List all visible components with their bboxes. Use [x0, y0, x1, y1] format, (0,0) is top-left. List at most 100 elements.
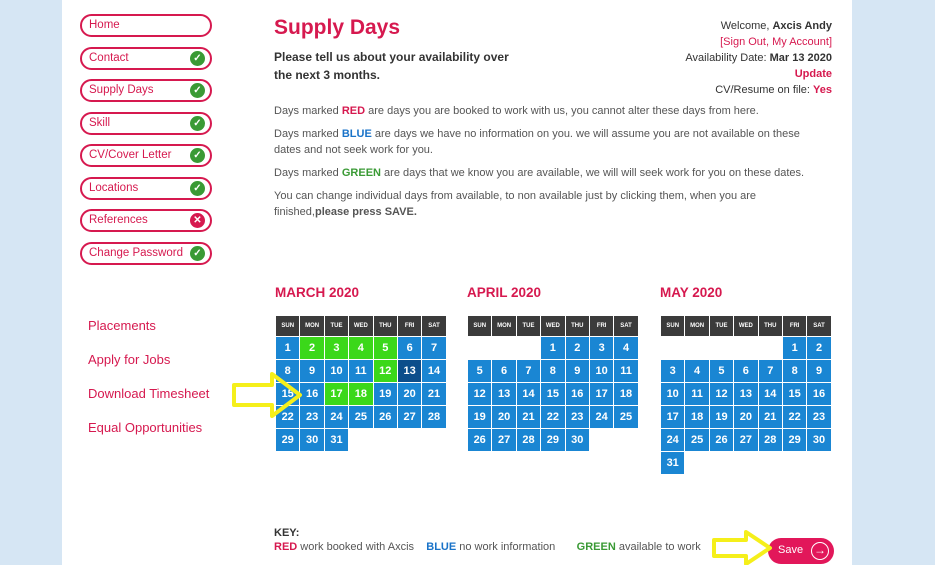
calendar-day[interactable]: 27 — [396, 405, 423, 429]
calendar-day[interactable]: 11 — [348, 359, 374, 383]
calendar-day[interactable]: 18 — [348, 382, 374, 406]
calendar-day[interactable]: 13 — [396, 359, 423, 383]
calendar-day[interactable]: 16 — [806, 382, 832, 406]
calendar-day[interactable]: 22 — [781, 405, 808, 429]
calendar-day[interactable]: 4 — [613, 336, 639, 360]
calendar-day[interactable]: 27 — [491, 428, 517, 452]
calendar-day[interactable]: 31 — [659, 451, 686, 475]
calendar-day[interactable]: 11 — [613, 359, 639, 383]
nav-item-locations[interactable]: Locations ✓ — [80, 176, 212, 200]
calendar-day[interactable]: 16 — [564, 382, 590, 406]
link-download-timesheet[interactable]: Download Timesheet — [88, 386, 209, 420]
calendar-day[interactable]: 12 — [708, 382, 735, 406]
calendar-day[interactable]: 7 — [515, 359, 542, 383]
calendar-day[interactable]: 25 — [348, 405, 374, 429]
calendar-day[interactable]: 20 — [491, 405, 517, 429]
link-placements[interactable]: Placements — [88, 318, 209, 352]
calendar-day[interactable]: 24 — [659, 428, 686, 452]
calendar-day[interactable]: 28 — [515, 428, 542, 452]
calendar-day[interactable]: 30 — [299, 428, 325, 452]
calendar-day[interactable]: 18 — [613, 382, 639, 406]
calendar-day[interactable]: 3 — [588, 336, 615, 360]
calendar-day[interactable]: 10 — [659, 382, 686, 406]
calendar-day[interactable]: 23 — [806, 405, 832, 429]
nav-item-skill[interactable]: Skill ✓ — [80, 111, 212, 135]
calendar-day[interactable]: 11 — [684, 382, 710, 406]
calendar-day[interactable]: 4 — [684, 359, 710, 383]
calendar-day[interactable]: 14 — [757, 382, 783, 406]
calendar-day[interactable]: 10 — [588, 359, 615, 383]
nav-item-cv-cover-letter[interactable]: CV/Cover Letter ✓ — [80, 144, 212, 167]
calendar-day[interactable]: 17 — [588, 382, 615, 406]
calendar-day[interactable]: 31 — [323, 428, 350, 452]
calendar-day[interactable]: 19 — [372, 382, 398, 406]
calendar-day[interactable]: 1 — [540, 336, 566, 360]
nav-item-supply-days[interactable]: Supply Days ✓ — [80, 79, 212, 102]
calendar-day[interactable]: 17 — [323, 382, 350, 406]
calendar-day[interactable]: 25 — [613, 405, 639, 429]
calendar-day[interactable]: 2 — [806, 336, 832, 360]
calendar-day[interactable]: 19 — [466, 405, 493, 429]
calendar-day[interactable]: 6 — [491, 359, 517, 383]
calendar-day[interactable]: 25 — [684, 428, 710, 452]
calendar-day[interactable]: 21 — [421, 382, 447, 406]
calendar-day[interactable]: 26 — [708, 428, 735, 452]
calendar-day[interactable]: 20 — [733, 405, 759, 429]
nav-item-references[interactable]: References ✕ — [80, 209, 212, 232]
calendar-day[interactable]: 28 — [421, 405, 447, 429]
calendar-day[interactable]: 24 — [323, 405, 350, 429]
calendar-day[interactable]: 1 — [274, 336, 301, 360]
calendar-day[interactable]: 26 — [372, 405, 398, 429]
calendar-day[interactable]: 5 — [708, 359, 735, 383]
calendar-day[interactable]: 22 — [540, 405, 566, 429]
calendar-day[interactable]: 12 — [372, 359, 398, 383]
calendar-day[interactable]: 14 — [515, 382, 542, 406]
calendar-day[interactable]: 26 — [466, 428, 493, 452]
save-button[interactable]: Save → — [768, 538, 834, 564]
calendar-day[interactable]: 17 — [659, 405, 686, 429]
calendar-day[interactable]: 8 — [540, 359, 566, 383]
calendar-day[interactable]: 6 — [733, 359, 759, 383]
nav-item-home[interactable]: Home — [80, 14, 212, 37]
sign-out-link[interactable]: [Sign Out, My Account] — [720, 36, 832, 48]
nav-item-contact[interactable]: Contact ✓ — [80, 46, 212, 70]
calendar-day[interactable]: 20 — [396, 382, 423, 406]
calendar-day[interactable]: 15 — [540, 382, 566, 406]
calendar-day[interactable]: 27 — [733, 428, 759, 452]
calendar-day[interactable]: 5 — [372, 336, 398, 360]
calendar-day[interactable]: 19 — [708, 405, 735, 429]
calendar-day[interactable]: 29 — [540, 428, 566, 452]
calendar-day[interactable]: 30 — [564, 428, 590, 452]
calendar-day[interactable]: 30 — [806, 428, 832, 452]
calendar-day[interactable]: 7 — [421, 336, 447, 360]
calendar-day[interactable]: 14 — [421, 359, 447, 383]
calendar-day[interactable]: 8 — [781, 359, 808, 383]
calendar-day[interactable]: 6 — [396, 336, 423, 360]
calendar-day[interactable]: 5 — [466, 359, 493, 383]
calendar-day[interactable]: 9 — [806, 359, 832, 383]
calendar-day[interactable]: 7 — [757, 359, 783, 383]
calendar-day[interactable]: 13 — [491, 382, 517, 406]
calendar-day[interactable]: 29 — [274, 428, 301, 452]
calendar-day[interactable]: 12 — [466, 382, 493, 406]
calendar-day[interactable]: 15 — [781, 382, 808, 406]
calendar-day[interactable]: 2 — [299, 336, 325, 360]
calendar-day[interactable]: 10 — [323, 359, 350, 383]
calendar-day[interactable]: 18 — [684, 405, 710, 429]
calendar-day[interactable]: 9 — [564, 359, 590, 383]
calendar-day[interactable]: 1 — [781, 336, 808, 360]
calendar-day[interactable]: 13 — [733, 382, 759, 406]
calendar-day[interactable]: 23 — [564, 405, 590, 429]
calendar-day[interactable]: 24 — [588, 405, 615, 429]
link-equal-opportunities[interactable]: Equal Opportunities — [88, 420, 209, 454]
calendar-day[interactable]: 21 — [757, 405, 783, 429]
calendar-day[interactable]: 3 — [659, 359, 686, 383]
calendar-day[interactable]: 28 — [757, 428, 783, 452]
link-apply-for-jobs[interactable]: Apply for Jobs — [88, 352, 209, 386]
nav-item-change-password[interactable]: Change Password ✓ — [80, 241, 212, 265]
calendar-day[interactable]: 2 — [564, 336, 590, 360]
calendar-day[interactable]: 3 — [323, 336, 350, 360]
calendar-day[interactable]: 29 — [781, 428, 808, 452]
update-link[interactable]: Update — [795, 68, 832, 80]
calendar-day[interactable]: 21 — [515, 405, 542, 429]
